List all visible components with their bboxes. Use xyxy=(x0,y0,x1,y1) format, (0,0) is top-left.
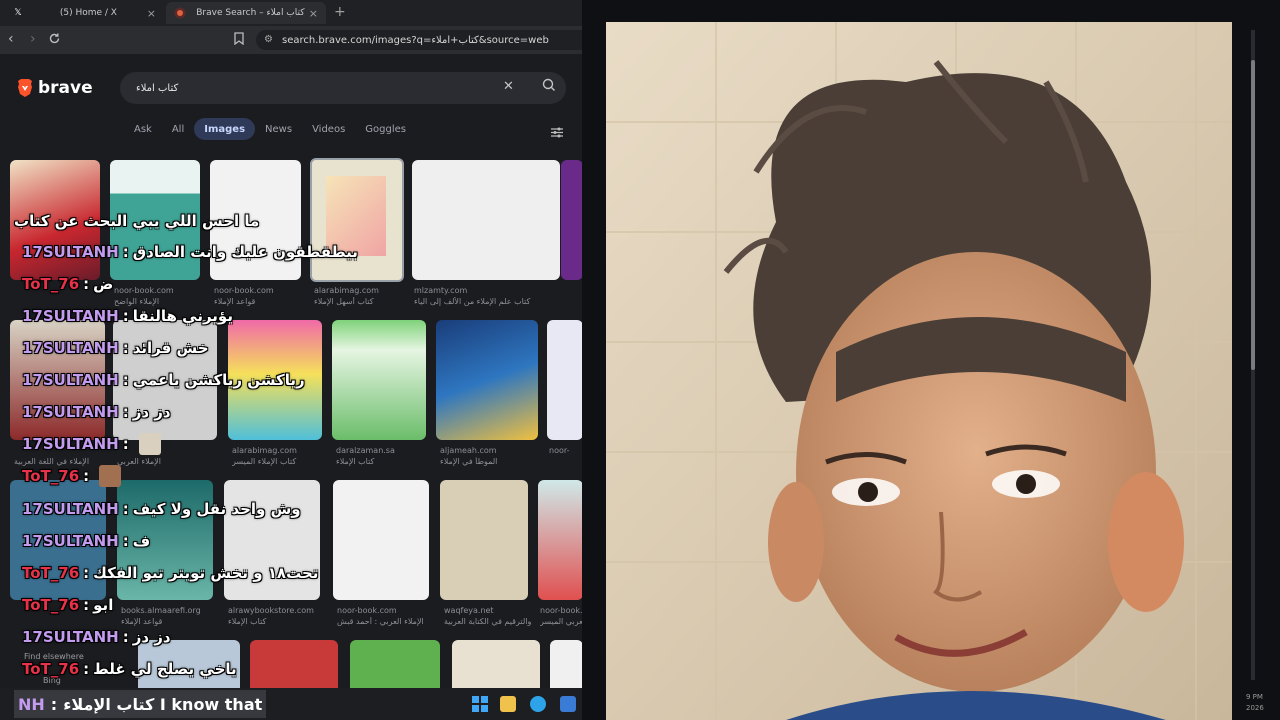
scrollbar[interactable] xyxy=(1250,30,1256,680)
image-result[interactable] xyxy=(452,640,540,688)
result-title: كتاب الإملاء xyxy=(336,457,375,466)
brave-lion-icon xyxy=(18,79,32,97)
filter-videos[interactable]: Videos xyxy=(302,118,355,140)
filter-images[interactable]: Images xyxy=(194,118,256,140)
result-domain: waqfeya.net xyxy=(444,606,494,615)
result-domain: noor-book.com xyxy=(214,286,274,295)
image-result[interactable] xyxy=(113,320,217,440)
chat-message: كتاب الإملاء I know that xyxy=(63,694,263,714)
result-title: الإملاء العربي : أحمد قبش xyxy=(337,617,424,626)
file-explorer-icon[interactable] xyxy=(500,696,516,712)
address-bar[interactable]: ⚙ search.brave.com/images?q=كتاب+املاء&s… xyxy=(256,30,582,50)
image-result[interactable] xyxy=(228,320,322,440)
result-domain: daralzaman.sa xyxy=(336,446,395,455)
result-domain: mlzamty.com xyxy=(414,286,468,295)
result-domain: alarabimag.com xyxy=(232,446,297,455)
result-domain: aljameah.com xyxy=(440,446,497,455)
tab-home-x[interactable]: 𝕏 (5) Home / X × xyxy=(4,2,164,24)
image-result[interactable] xyxy=(436,320,538,440)
search-icon[interactable] xyxy=(542,78,556,95)
image-result[interactable] xyxy=(412,160,560,280)
image-result[interactable] xyxy=(10,480,106,600)
image-result[interactable] xyxy=(332,320,426,440)
chat-username: NH xyxy=(18,694,45,714)
search-input[interactable]: كتاب املاء ✕ xyxy=(120,72,566,104)
bing-link[interactable]: Bing xyxy=(43,676,61,685)
result-title: الإملاء في اللغة العربية xyxy=(14,457,90,466)
image-result[interactable] xyxy=(561,160,582,280)
result-domain: books.almaarefi.org xyxy=(121,606,201,615)
image-result[interactable] xyxy=(10,160,100,280)
tab-label: (5) Home / X xyxy=(59,8,117,18)
filter-all[interactable]: All xyxy=(162,118,194,140)
filter-news[interactable]: News xyxy=(255,118,302,140)
result-domain: noor- xyxy=(549,446,570,455)
close-tab-icon[interactable]: × xyxy=(147,7,156,20)
bookmark-icon[interactable] xyxy=(234,32,244,48)
edge-icon[interactable] xyxy=(530,696,546,712)
image-result[interactable] xyxy=(224,480,320,600)
find-elsewhere-label: Find elsewhere xyxy=(24,652,84,661)
result-domain: noor-book.com xyxy=(337,606,397,615)
image-result[interactable] xyxy=(210,160,301,280)
x-logo-icon: 𝕏 xyxy=(14,8,22,18)
image-result[interactable] xyxy=(333,480,429,600)
settings-sliders-icon[interactable] xyxy=(551,123,563,142)
forward-icon[interactable]: › xyxy=(30,32,36,46)
result-title: الإملاء العربي الميسر xyxy=(540,617,582,626)
new-tab-button[interactable]: + xyxy=(334,4,346,20)
windows-start-icon[interactable] xyxy=(472,696,488,712)
result-title: الإملاء الواضح xyxy=(114,297,160,306)
tray-time: 9 PM xyxy=(1246,693,1263,701)
tab-label: Brave Search – كتاب املاء xyxy=(196,8,305,18)
image-result[interactable] xyxy=(138,640,240,688)
result-domain: noor-book.com xyxy=(114,286,174,295)
brand-text: brave xyxy=(38,78,93,98)
filter-ask[interactable]: Ask xyxy=(124,118,162,140)
image-result[interactable] xyxy=(350,640,440,688)
search-filters: Ask All Images News Videos Goggles xyxy=(124,118,416,140)
image-result[interactable] xyxy=(440,480,528,600)
url-text: search.brave.com/images?q=كتاب+املاء&sou… xyxy=(282,34,549,46)
result-domain: alrawybookstore.com xyxy=(228,606,314,615)
image-result[interactable] xyxy=(547,320,582,440)
result-title: كتاب الإملاء الميسر xyxy=(232,457,297,466)
result-domain: noor-book.com xyxy=(540,606,582,615)
chat-input-preview: NH : كتاب الإملاء I know that xyxy=(14,690,267,718)
clear-search-icon[interactable]: ✕ xyxy=(503,79,514,94)
image-result[interactable] xyxy=(110,160,200,280)
result-title: قواعد الإملاء xyxy=(214,297,256,306)
image-result[interactable] xyxy=(10,320,105,440)
result-title: الموطأ في الإملاء xyxy=(440,457,498,466)
brave-search-page: brave كتاب املاء ✕ Ask All Images News V… xyxy=(0,54,582,688)
back-icon[interactable]: ‹ xyxy=(8,32,14,46)
brave-lion-icon xyxy=(174,7,186,19)
store-icon[interactable] xyxy=(560,696,576,712)
result-title: كتاب علم الإملاء من الألف إلى الياء xyxy=(414,297,531,306)
tab-brave-search[interactable]: Brave Search – كتاب املاء × xyxy=(166,2,326,24)
close-tab-icon[interactable]: × xyxy=(309,7,318,20)
child-photo xyxy=(606,22,1232,720)
site-settings-icon[interactable]: ⚙ xyxy=(264,34,273,45)
screen: { "browser": { "tabs": [ {"label": "(5) … xyxy=(0,0,1280,720)
tray-date: 2026 xyxy=(1246,704,1264,712)
brave-logo[interactable]: brave xyxy=(16,78,93,98)
image-result[interactable] xyxy=(250,640,338,688)
image-result[interactable] xyxy=(538,480,582,600)
image-result-selected[interactable] xyxy=(310,158,404,282)
result-title: كتاب أسهل الإملاء xyxy=(314,297,374,306)
result-title: الإملاء العربي xyxy=(117,457,161,466)
search-query: كتاب املاء xyxy=(136,82,179,94)
result-domain: alarabimag.com xyxy=(314,286,379,295)
result-title: الإملاء والترقيم في الكتابة العربية xyxy=(444,617,534,626)
result-title: قواعد الإملاء xyxy=(121,617,163,626)
image-result[interactable] xyxy=(117,480,213,600)
photo-panel xyxy=(582,0,1280,720)
image-result[interactable] xyxy=(550,640,582,688)
result-title: كتاب الإملاء xyxy=(228,617,267,626)
reload-icon[interactable] xyxy=(48,32,61,48)
filter-goggles[interactable]: Goggles xyxy=(355,118,416,140)
